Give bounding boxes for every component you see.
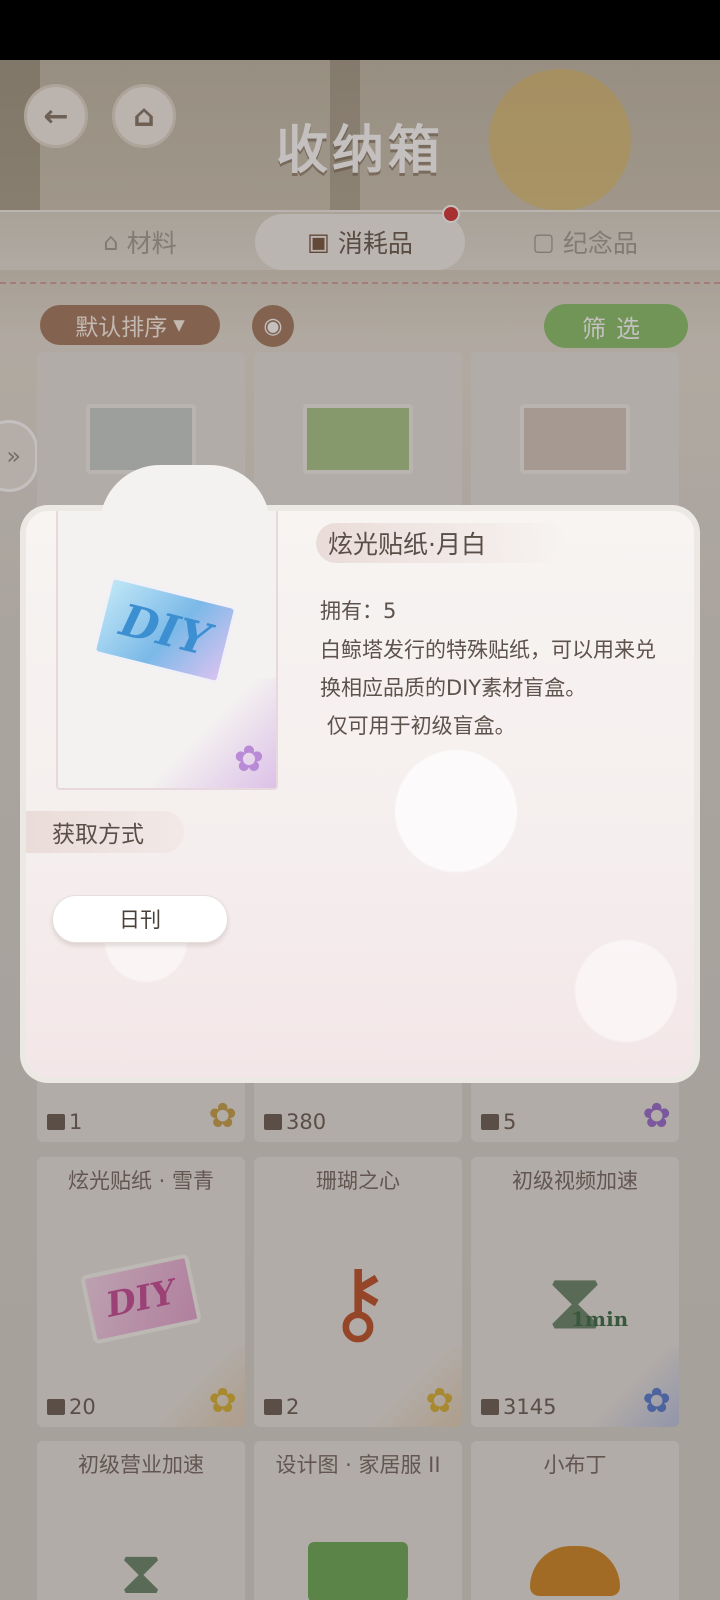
diy-sticker-art: DIY	[92, 575, 238, 685]
item-description: 白鲸塔发行的特殊贴纸，可以用来兑换相应品质的DIY素材盲盒。 仅可用于初级盲盒。	[320, 638, 656, 738]
popup-body: DIY ✿ 炫光贴纸·月白 拥有：5 白鲸塔发行的特殊贴纸，可以用来兑换相应品质…	[26, 511, 694, 1077]
acquire-section-label: 获取方式	[26, 811, 184, 853]
rarity-flower-icon: ✿	[233, 739, 264, 780]
status-bar	[0, 0, 720, 60]
source-button[interactable]: 日刊	[52, 895, 228, 943]
item-detail-popup: DIY ✿ 炫光贴纸·月白 拥有：5 白鲸塔发行的特殊贴纸，可以用来兑换相应品质…	[20, 505, 700, 1083]
owned-count: 拥有：5	[320, 599, 397, 623]
item-title: 炫光贴纸·月白	[316, 523, 566, 563]
item-art-frame: DIY ✿	[56, 511, 278, 790]
